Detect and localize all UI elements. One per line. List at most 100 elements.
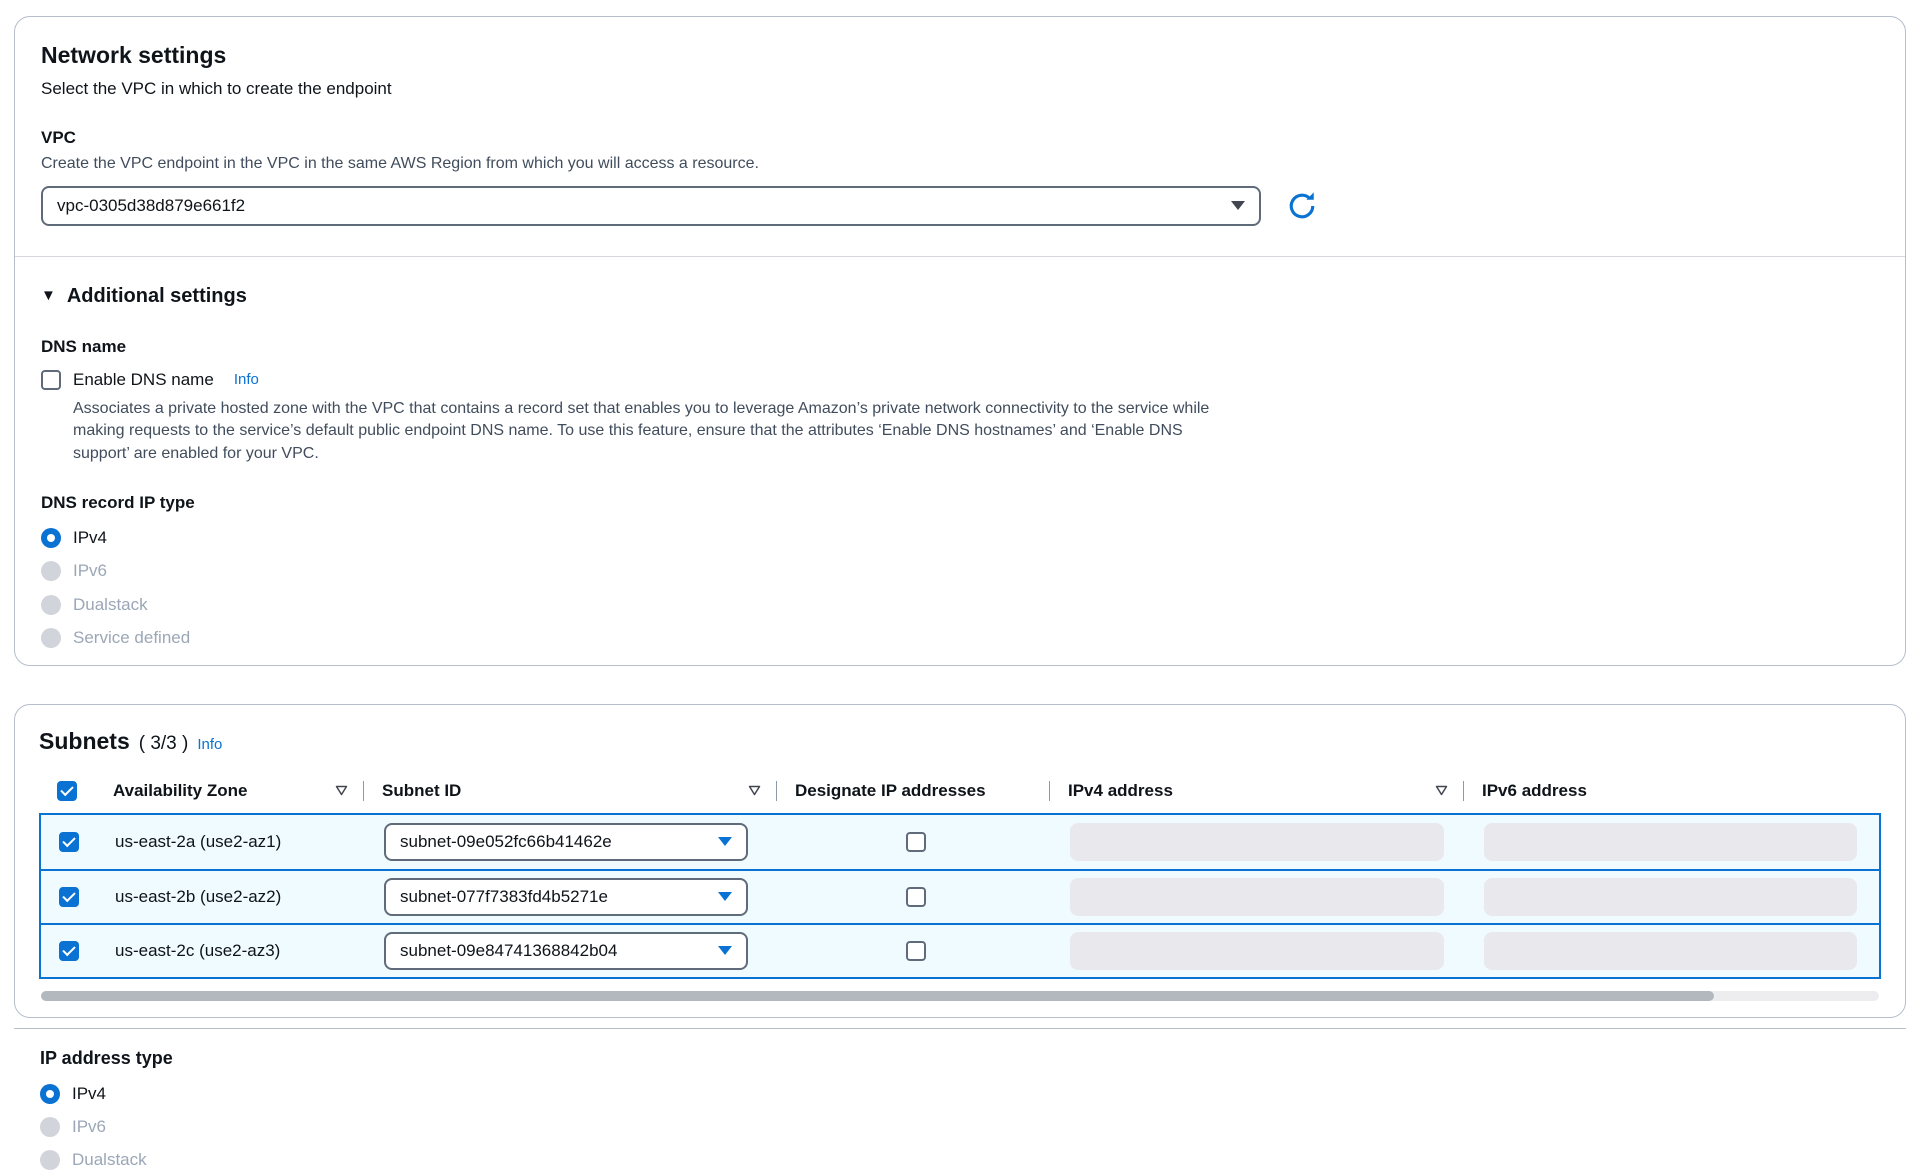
subnet-select-value: subnet-077f7383fd4b5271e <box>400 886 608 908</box>
subnet-select-value: subnet-09e84741368842b04 <box>400 940 617 962</box>
chevron-down-icon <box>1231 201 1245 210</box>
radio-option-label: Service defined <box>73 627 190 649</box>
ipv6-address-input <box>1484 878 1857 916</box>
header-cell-subnet-id[interactable]: Subnet ID <box>364 769 777 813</box>
enable-dns-checkbox[interactable] <box>41 370 61 390</box>
subnets-info-link[interactable]: Info <box>197 735 222 755</box>
ip-address-type-label: IP address type <box>40 1047 1906 1070</box>
dns-name-label: DNS name <box>41 336 1879 358</box>
horizontal-scrollbar[interactable] <box>41 991 1879 1001</box>
ipv4-address-cell <box>1052 925 1466 977</box>
enable-dns-row: Enable DNS name Info <box>41 369 1879 391</box>
radio-option-label: IPv4 <box>72 1083 106 1105</box>
ipv6-address-cell <box>1466 815 1879 869</box>
subnets-table-header: Availability Zone Subnet ID Designate IP… <box>39 769 1881 813</box>
radio-option-label: Dualstack <box>73 594 148 616</box>
network-settings-subtitle: Select the VPC in which to create the en… <box>41 78 1879 100</box>
radio-option-ipv4[interactable]: IPv4 <box>41 527 107 549</box>
radio-option-label: IPv6 <box>73 560 107 582</box>
designate-ip-checkbox[interactable] <box>906 887 926 907</box>
subnets-count: ( 3/3 ) <box>139 732 189 757</box>
scrollbar-thumb[interactable] <box>41 991 1714 1001</box>
section-divider <box>15 256 1905 257</box>
ipv4-address-cell <box>1052 871 1466 923</box>
ip-address-type-section: IP address type IPv4 IPv6 Dualstack <box>14 1029 1906 1171</box>
radio-option-ipv6: IPv6 <box>40 1116 106 1138</box>
sort-icon[interactable] <box>748 785 761 796</box>
radio-option-service-defined: Service defined <box>41 627 190 649</box>
header-cell-ipv4-address[interactable]: IPv4 address <box>1050 769 1464 813</box>
row-select-cell <box>41 871 97 923</box>
enable-dns-info-link[interactable]: Info <box>234 370 259 390</box>
designate-ip-cell <box>779 925 1052 977</box>
radio-disabled-icon <box>41 628 61 648</box>
subnets-title: Subnets <box>39 727 130 757</box>
column-label: Subnet ID <box>382 780 461 802</box>
radio-option-dualstack: Dualstack <box>40 1149 147 1171</box>
column-label: Designate IP addresses <box>795 780 986 802</box>
column-label: IPv6 address <box>1482 780 1587 802</box>
radio-option-label: Dualstack <box>72 1149 147 1171</box>
table-row[interactable]: us-east-2c (use2-az3) subnet-09e84741368… <box>41 923 1879 977</box>
column-label: Availability Zone <box>113 780 247 802</box>
table-row[interactable]: us-east-2b (use2-az2) subnet-077f7383fd4… <box>41 869 1879 923</box>
designate-ip-checkbox[interactable] <box>906 832 926 852</box>
subnet-select[interactable]: subnet-09e84741368842b04 <box>384 932 748 970</box>
enable-dns-label: Enable DNS name <box>73 369 214 391</box>
designate-ip-cell <box>779 815 1052 869</box>
availability-zone-cell: us-east-2b (use2-az2) <box>97 871 366 923</box>
radio-option-ipv4[interactable]: IPv4 <box>40 1083 106 1105</box>
refresh-button[interactable] <box>1285 189 1319 223</box>
ipv6-address-cell <box>1466 925 1879 977</box>
radio-disabled-icon <box>41 595 61 615</box>
subnets-table: Availability Zone Subnet ID Designate IP… <box>39 769 1881 979</box>
select-all-checkbox[interactable] <box>57 781 77 801</box>
additional-settings-toggle[interactable]: ▼ Additional settings <box>41 283 247 309</box>
network-settings-card: Network settings Select the VPC in which… <box>14 16 1906 666</box>
ipv4-address-input <box>1070 932 1444 970</box>
ip-address-type-group: IPv4 IPv6 Dualstack <box>40 1083 1906 1171</box>
subnets-card: Subnets ( 3/3 ) Info Availability Zone S… <box>14 704 1906 1018</box>
refresh-icon <box>1285 189 1319 223</box>
radio-disabled-icon <box>40 1150 60 1170</box>
row-checkbox[interactable] <box>59 887 79 907</box>
row-checkbox[interactable] <box>59 832 79 852</box>
subnet-id-cell: subnet-09e84741368842b04 <box>366 925 779 977</box>
caret-down-icon: ▼ <box>41 286 56 306</box>
header-cell-select <box>39 769 95 813</box>
subnet-select[interactable]: subnet-077f7383fd4b5271e <box>384 878 748 916</box>
vpc-select-row: vpc-0305d38d879e661f2 <box>41 186 1879 226</box>
vpc-label: VPC <box>41 127 1879 149</box>
vpc-select-value: vpc-0305d38d879e661f2 <box>57 195 245 217</box>
radio-disabled-icon <box>41 561 61 581</box>
subnets-header: Subnets ( 3/3 ) Info <box>39 727 1881 757</box>
radio-option-ipv6: IPv6 <box>41 560 107 582</box>
vpc-select[interactable]: vpc-0305d38d879e661f2 <box>41 186 1261 226</box>
sort-icon[interactable] <box>335 785 348 796</box>
dns-record-ip-type-group: IPv4 IPv6 Dualstack Service defined <box>41 527 1879 648</box>
radio-disabled-icon <box>40 1117 60 1137</box>
additional-settings-title: Additional settings <box>67 283 247 309</box>
chevron-down-icon <box>718 892 732 901</box>
availability-zone-value: us-east-2a (use2-az1) <box>115 831 281 853</box>
radio-option-label: IPv6 <box>72 1116 106 1138</box>
radio-option-label: IPv4 <box>73 527 107 549</box>
row-select-cell <box>41 815 97 869</box>
subnet-id-cell: subnet-09e052fc66b41462e <box>366 815 779 869</box>
radio-option-dualstack: Dualstack <box>41 594 148 616</box>
header-cell-availability-zone[interactable]: Availability Zone <box>95 769 364 813</box>
create-endpoint-page: Network settings Select the VPC in which… <box>0 0 1920 1171</box>
row-checkbox[interactable] <box>59 941 79 961</box>
subnet-id-cell: subnet-077f7383fd4b5271e <box>366 871 779 923</box>
header-cell-ipv6-address: IPv6 address <box>1464 769 1881 813</box>
table-row[interactable]: us-east-2a (use2-az1) subnet-09e052fc66b… <box>41 815 1879 869</box>
availability-zone-value: us-east-2c (use2-az3) <box>115 940 280 962</box>
ipv6-address-input <box>1484 823 1857 861</box>
designate-ip-checkbox[interactable] <box>906 941 926 961</box>
subnets-table-body: us-east-2a (use2-az1) subnet-09e052fc66b… <box>39 813 1881 979</box>
ipv4-address-input <box>1070 823 1444 861</box>
subnet-select[interactable]: subnet-09e052fc66b41462e <box>384 823 748 861</box>
ipv6-address-cell <box>1466 871 1879 923</box>
ipv4-address-input <box>1070 878 1444 916</box>
sort-icon[interactable] <box>1435 785 1448 796</box>
